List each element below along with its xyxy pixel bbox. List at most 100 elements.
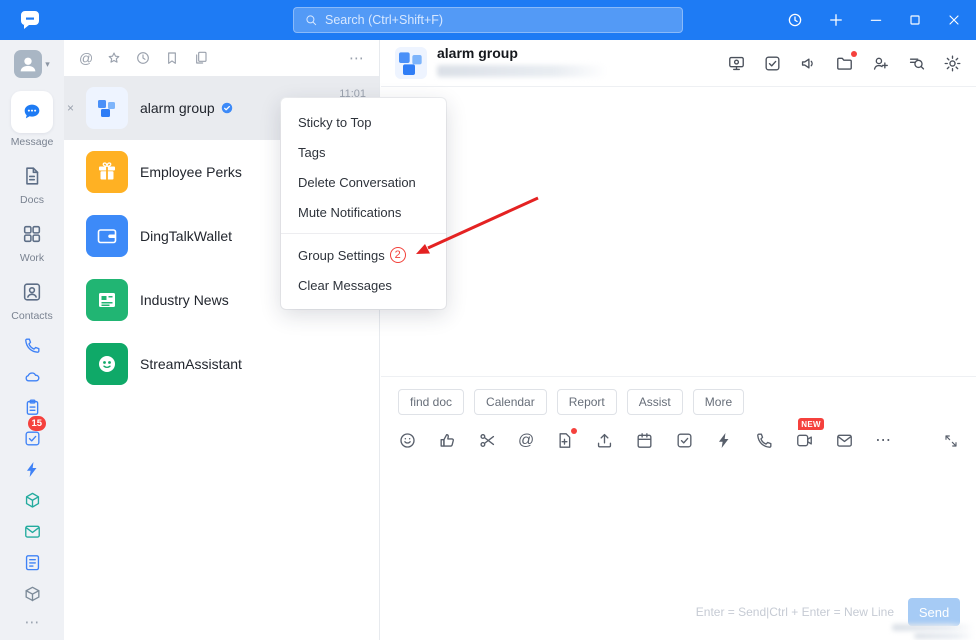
group-files-icon[interactable] [835, 54, 854, 73]
conversation-name: StreamAssistant [140, 356, 242, 372]
menu-item-label: Delete Conversation [298, 175, 416, 190]
list-more-icon[interactable]: ⋯ [349, 51, 364, 66]
conversation-avatar [86, 151, 128, 193]
flash-icon[interactable] [23, 460, 42, 479]
envelope-icon[interactable] [835, 431, 854, 450]
voice-call-icon[interactable] [755, 431, 774, 450]
mail-icon[interactable] [23, 522, 42, 541]
thumbs-up-icon[interactable] [438, 431, 457, 450]
user-avatar [14, 50, 42, 78]
sidebar-item-label: Docs [20, 194, 44, 206]
plus-icon[interactable] [827, 11, 845, 29]
history-icon[interactable] [786, 11, 804, 29]
quick-action-more[interactable]: More [693, 389, 744, 415]
menu-item-label: Sticky to Top [298, 115, 371, 130]
redacted-watermark [892, 624, 974, 639]
chat-title: alarm group [437, 45, 607, 61]
conversation-name: Employee Perks [140, 164, 242, 180]
conversation-avatar [86, 215, 128, 257]
conversation-avatar [86, 279, 128, 321]
screenshot-scissors-icon[interactable] [478, 431, 497, 450]
toolbar-more-icon[interactable]: ⋯ [875, 433, 891, 449]
cloud-drive-icon[interactable] [23, 367, 42, 386]
work-grid-icon [11, 219, 53, 249]
sidebar-item-docs[interactable]: Docs [11, 161, 53, 206]
menu-item-mute-notifications[interactable]: Mute Notifications [281, 197, 446, 227]
todo-count-badge: 15 [28, 416, 47, 431]
quick-action-report[interactable]: Report [557, 389, 617, 415]
quick-actions: find doc Calendar Report Assist More [381, 377, 976, 419]
files-icon[interactable] [193, 50, 209, 66]
list-toolbar: @ ⋯ [64, 40, 379, 76]
menu-item-group-settings[interactable]: Group Settings 2 [281, 240, 446, 270]
expand-icon[interactable] [943, 433, 959, 449]
message-input[interactable] [381, 456, 976, 598]
quick-action-calendar[interactable]: Calendar [474, 389, 547, 415]
conversation-name: alarm group [140, 100, 215, 116]
profile-menu[interactable]: ▾ [14, 50, 50, 78]
message-history [381, 87, 976, 376]
notification-dot [851, 51, 857, 57]
announcement-icon[interactable] [799, 54, 818, 73]
conversation-name: Industry News [140, 292, 229, 308]
chat-group-avatar[interactable] [395, 47, 427, 79]
group-avatar [86, 87, 128, 129]
app-logo-icon[interactable] [18, 8, 42, 32]
app-cube-icon[interactable] [23, 491, 42, 510]
titlebar-actions [786, 0, 962, 40]
add-member-icon[interactable] [871, 54, 890, 73]
chat-header: alarm group [381, 40, 976, 87]
minimize-button[interactable] [868, 12, 884, 28]
sidebar-item-work[interactable]: Work [11, 219, 53, 264]
search-icon [304, 13, 318, 27]
menu-divider [281, 233, 446, 234]
upload-file-icon[interactable] [595, 431, 614, 450]
ding-doc-icon[interactable] [23, 553, 42, 572]
conversation-avatar [86, 343, 128, 385]
flash-assist-icon[interactable] [715, 431, 734, 450]
package-icon[interactable] [23, 584, 42, 603]
task-check-icon[interactable] [675, 431, 694, 450]
app-sidebar: ▾ Message Docs Work Contacts [0, 40, 64, 640]
notification-dot [571, 428, 577, 434]
calendar-icon[interactable] [635, 431, 654, 450]
maximize-button[interactable] [907, 12, 923, 28]
sidebar-item-contacts[interactable]: Contacts [11, 277, 53, 322]
menu-item-tags[interactable]: Tags [281, 137, 446, 167]
bookmark-icon[interactable] [164, 50, 180, 66]
video-meeting-icon[interactable] [727, 54, 746, 73]
video-channel-icon[interactable]: NEW [795, 431, 814, 450]
menu-item-clear-messages[interactable]: Clear Messages [281, 270, 446, 300]
send-button[interactable]: Send [908, 598, 960, 626]
sidebar-item-message[interactable]: Message [11, 91, 54, 148]
clipboard-icon[interactable] [23, 398, 42, 417]
search-placeholder: Search (Ctrl+Shift+F) [325, 13, 443, 27]
sidebar-extra-apps: 15 ⋯ [23, 336, 42, 630]
sidebar-more-icon[interactable]: ⋯ [25, 615, 40, 630]
phone-calls-icon[interactable] [23, 336, 42, 355]
docs-icon [11, 161, 53, 191]
quick-action-assist[interactable]: Assist [627, 389, 683, 415]
close-conversation-icon[interactable]: × [67, 102, 74, 114]
global-search-input[interactable]: Search (Ctrl+Shift+F) [293, 7, 683, 33]
conversation-row-streamassistant[interactable]: StreamAssistant [64, 332, 379, 396]
todo-icon[interactable]: 15 [23, 429, 42, 448]
compose-footer: Enter = Send|Ctrl + Enter = New Line Sen… [381, 598, 976, 640]
conversation-context-menu: Sticky to Top Tags Delete Conversation M… [281, 98, 446, 309]
conversation-name: DingTalkWallet [140, 228, 232, 244]
task-icon[interactable] [763, 54, 782, 73]
emoji-icon[interactable] [398, 431, 417, 450]
menu-item-label: Mute Notifications [298, 205, 401, 220]
chat-panel: alarm group [381, 40, 976, 640]
gear-icon[interactable] [943, 54, 962, 73]
quick-action-find-doc[interactable]: find doc [398, 389, 464, 415]
mentions-icon[interactable]: @ [79, 51, 93, 65]
close-button[interactable] [946, 12, 962, 28]
menu-item-sticky-to-top[interactable]: Sticky to Top [281, 107, 446, 137]
recent-icon[interactable] [135, 50, 151, 66]
mention-icon[interactable]: @ [518, 433, 534, 449]
file-plus-icon[interactable] [555, 431, 574, 450]
menu-item-delete-conversation[interactable]: Delete Conversation [281, 167, 446, 197]
search-history-icon[interactable] [907, 54, 926, 73]
starred-icon[interactable] [106, 50, 122, 66]
